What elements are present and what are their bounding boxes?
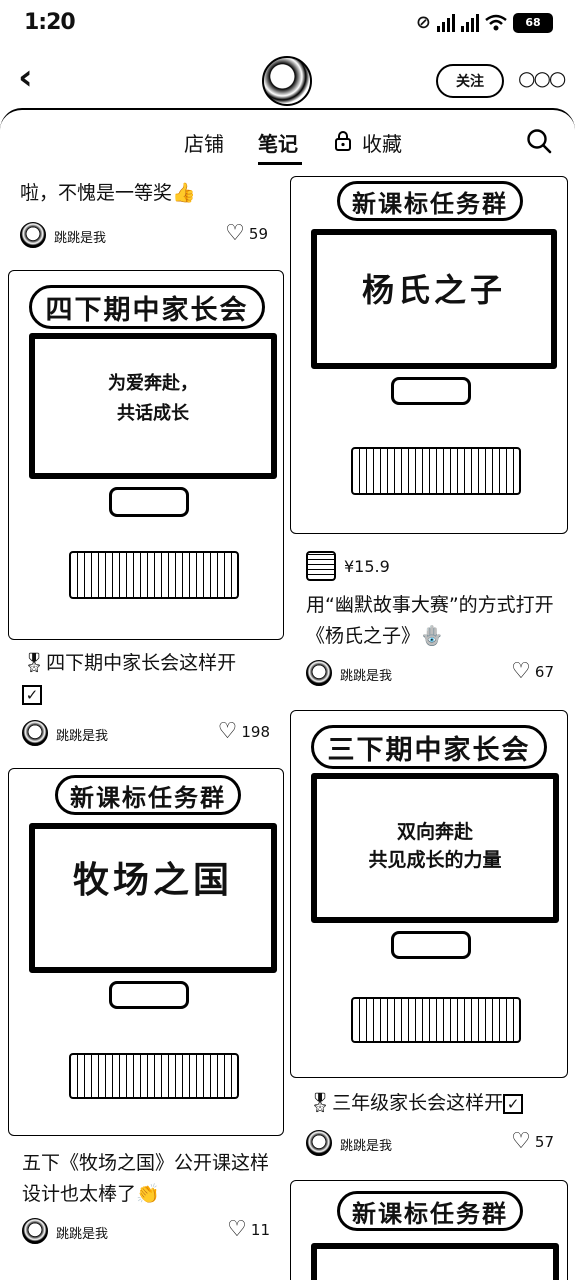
cover-screen-line2: 共见成长的力量 [368, 849, 502, 871]
heart-icon: ♡ [227, 1217, 247, 1242]
follow-button[interactable]: 关注 [436, 64, 504, 98]
note-title: 五下《牧场之国》公开课这样设计也太棒了👏 [22, 1152, 270, 1205]
like-count: 57 [534, 1133, 554, 1151]
author-name: 跳跳是我 [340, 669, 393, 684]
search-icon[interactable] [526, 128, 552, 154]
product-row[interactable]: ¥15.9 [306, 548, 390, 584]
tab-bar: 店铺 笔记 收藏 [0, 128, 575, 165]
note-meta: 跳跳是我 ♡ 11 [22, 1218, 274, 1246]
like-button[interactable]: ♡ 198 [217, 719, 270, 744]
cover-keyboard [69, 551, 239, 599]
like-count: 59 [248, 225, 268, 243]
note-title: 🎖四下期中家长会这样开 ✓ [22, 652, 237, 705]
author-name: 跳跳是我 [56, 729, 109, 744]
cover-banner: 新课标任务群 [337, 1191, 523, 1231]
check-icon: ✓ [22, 684, 42, 705]
signal-icon [437, 13, 455, 32]
check-icon: ✓ [503, 1093, 524, 1114]
note-card[interactable]: 新课标任务群 [290, 1180, 568, 1280]
status-bar: 1:20 ⊘ 68 [0, 0, 575, 52]
cover-keyboard [351, 997, 521, 1043]
cover-banner: 三下期中家长会 [311, 725, 547, 769]
cover-banner: 四下期中家长会 [29, 285, 265, 329]
author-name: 跳跳是我 [54, 231, 107, 246]
note-cover-image: 新课标任务群 [290, 1180, 568, 1280]
note-card[interactable]: 新课标任务群 牧场之国 五下《牧场之国》公开课这样设计也太棒了👏 跳跳是我 ♡ 1… [8, 768, 284, 1248]
cover-stand [109, 487, 189, 517]
note-meta: 跳跳是我 ♡ 59 [20, 222, 272, 250]
cover-banner: 新课标任务群 [337, 181, 523, 221]
like-count: 11 [250, 1221, 270, 1239]
like-button[interactable]: ♡ 57 [511, 1129, 554, 1154]
cover-stand [391, 377, 471, 405]
cover-monitor: 杨氏之子 [311, 229, 557, 369]
note-title: 用“幽默故事大赛”的方式打开《杨氏之子》🪬 [306, 594, 554, 647]
cover-screen-title: 牧场之国 [72, 859, 233, 901]
heart-icon: ♡ [511, 659, 531, 684]
author-name: 跳跳是我 [340, 1139, 393, 1154]
author-name: 跳跳是我 [56, 1227, 109, 1242]
like-count: 67 [534, 663, 554, 681]
note-card[interactable]: 啦，不愧是一等奖👍 跳跳是我 ♡ 59 [20, 178, 272, 250]
cover-screen-line2: 共话成长 [117, 403, 189, 424]
product-thumb-icon [306, 551, 336, 581]
cover-monitor: 牧场之国 [29, 823, 277, 973]
author-avatar [306, 1130, 332, 1156]
note-meta: 跳跳是我 ♡ 67 [306, 660, 558, 688]
cover-banner: 新课标任务群 [55, 775, 241, 815]
tab-notes[interactable]: 笔记 [258, 128, 298, 157]
back-icon[interactable]: ‹ [18, 60, 48, 100]
profile-avatar[interactable] [262, 56, 312, 106]
medal-icon: 🎖 [22, 652, 47, 674]
note-cover-image: 新课标任务群 牧场之国 [8, 768, 284, 1136]
note-title: 啦，不愧是一等奖👍 [20, 182, 196, 204]
heart-icon: ♡ [225, 221, 245, 246]
more-icon[interactable]: ○○○ [518, 66, 566, 96]
note-card[interactable]: 新课标任务群 杨氏之子 ¥15.9 用“幽默故事大赛”的方式打开《杨氏之子》🪬 … [290, 176, 568, 688]
note-title: 🎖三年级家长会这样开 ✓ [308, 1088, 564, 1119]
heart-icon: ♡ [511, 1129, 531, 1154]
cover-keyboard [69, 1053, 239, 1099]
note-meta: 跳跳是我 ♡ 198 [22, 720, 274, 748]
heart-icon: ♡ [217, 719, 238, 744]
author-avatar [22, 1218, 48, 1244]
cover-screen-title: 杨氏之子 [361, 271, 506, 309]
cover-screen-line1: 双向奔赴 [396, 821, 473, 843]
like-button[interactable]: ♡ 11 [227, 1217, 270, 1242]
note-card[interactable]: 三下期中家长会 双向奔赴 共见成长的力量 🎖三年级家长会这样开 ✓ 跳跳是我 ♡ 5… [290, 710, 568, 1158]
cover-monitor: 为爱奔赴， 共话成长 [29, 333, 277, 479]
product-price: ¥15.9 [344, 556, 390, 576]
cover-stand [391, 931, 471, 959]
cover-stand [109, 981, 189, 1009]
tab-shop[interactable]: 店铺 [184, 128, 224, 157]
medal-icon: 🎖 [308, 1092, 333, 1114]
mute-icon: ⊘ [415, 12, 431, 33]
note-card[interactable]: 四下期中家长会 为爱奔赴， 共话成长 🎖四下期中家长会这样开 ✓ 跳跳是我 ♡ 19… [8, 270, 284, 750]
author-avatar [20, 222, 46, 248]
cover-keyboard [351, 447, 521, 495]
author-avatar [22, 720, 48, 746]
note-cover-image: 三下期中家长会 双向奔赴 共见成长的力量 [290, 710, 568, 1078]
like-button[interactable]: ♡ 67 [511, 659, 554, 684]
note-cover-image: 新课标任务群 杨氏之子 [290, 176, 568, 534]
lock-icon [335, 131, 351, 151]
cover-monitor [311, 1243, 559, 1280]
status-time: 1:20 [24, 10, 76, 35]
signal-icon-2 [461, 13, 479, 32]
tab-active-indicator [258, 162, 302, 165]
like-button[interactable]: ♡ 59 [225, 221, 268, 246]
status-icons: ⊘ 68 [416, 12, 553, 33]
note-cover-image: 四下期中家长会 为爱奔赴， 共话成长 [8, 270, 284, 640]
cover-monitor: 双向奔赴 共见成长的力量 [311, 773, 559, 923]
author-avatar [306, 660, 332, 686]
like-count: 198 [241, 723, 270, 741]
tab-favorites[interactable]: 收藏 [362, 128, 402, 157]
note-meta: 跳跳是我 ♡ 57 [306, 1130, 558, 1158]
cover-screen-line1: 为爱奔赴， [108, 373, 198, 394]
battery-icon: 68 [513, 12, 553, 33]
wifi-icon [485, 14, 507, 30]
top-nav: ‹ 关注 ○○○ [0, 52, 575, 108]
